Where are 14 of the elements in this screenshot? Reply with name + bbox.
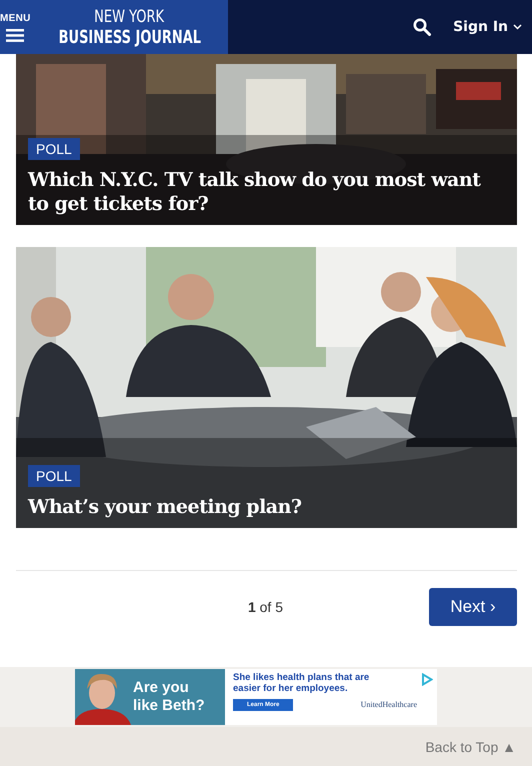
ad-text: She likes health plans that are easier for her employees. [233,673,370,695]
menu-icon [6,28,24,42]
brand-name: UnitedHealthcare [360,700,417,710]
site-logo[interactable]: NEW YORK BUSINESS JOURNAL [30,0,228,54]
search-icon[interactable] [413,18,432,36]
chevron-icon [513,24,522,30]
poll-tag: POLL [28,138,80,160]
ad-headline: Are you like Beth? [132,679,206,715]
sign-in-button[interactable]: Sign In [453,19,522,35]
back-to-top-link[interactable]: Back to Top ▲ [425,738,516,754]
article-title-link[interactable]: What’s your meeting plan? [28,495,302,520]
poll-tag: POLL [28,465,80,488]
page-count: 1 of 5 [248,599,283,615]
next-button[interactable]: Next › [429,588,517,626]
